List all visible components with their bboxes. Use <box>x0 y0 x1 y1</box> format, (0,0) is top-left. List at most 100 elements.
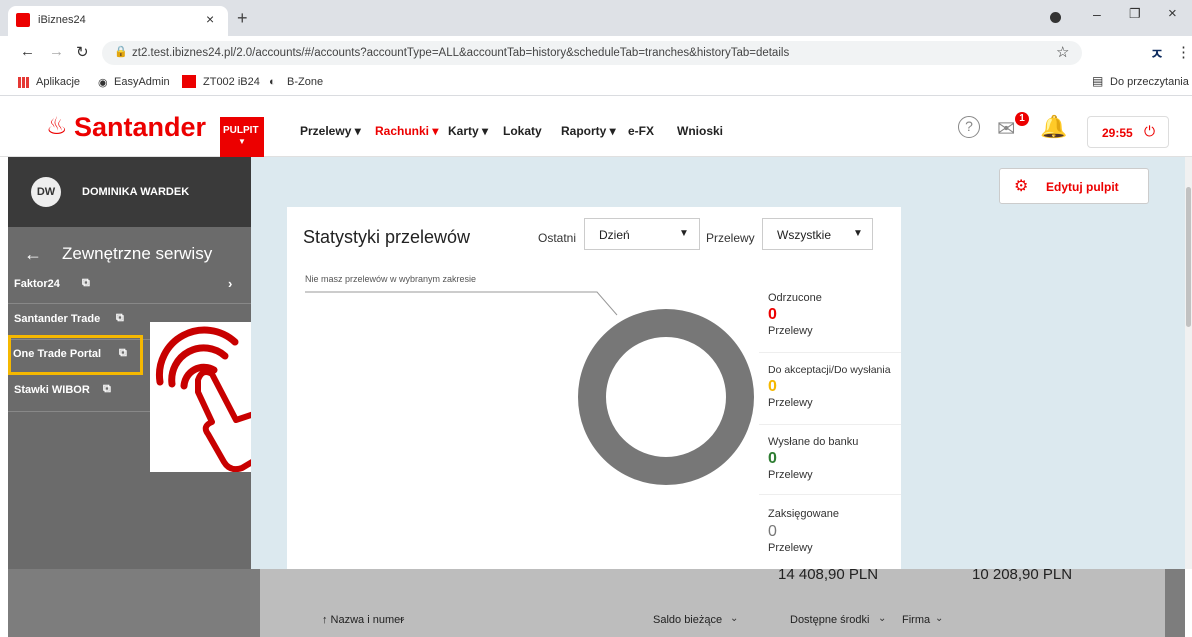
sidebar-item-label: Stawki WIBOR <box>14 384 90 396</box>
stat-rejected: Odrzucone 0 Przelewy <box>759 283 901 353</box>
stat-unit: Przelewy <box>768 469 813 481</box>
menu-icon[interactable]: ⋮ <box>1176 43 1191 61</box>
external-link-icon: ⧉ <box>82 277 90 289</box>
nav-efx[interactable]: e-FX <box>628 124 654 138</box>
sidebar-item-label: Faktor24 <box>14 278 60 290</box>
chevron-right-icon: › <box>228 276 233 291</box>
gear-icon: ⚙ <box>1014 178 1029 195</box>
donut-chart <box>305 291 754 485</box>
forward-icon[interactable]: → <box>49 43 64 60</box>
stat-label: Wysłane do banku <box>768 436 859 448</box>
stat-label: Do akceptacji/Do wysłania <box>768 364 891 376</box>
bookmark-easyadmin[interactable]: EasyAdmin <box>114 76 170 88</box>
pulpit-label: PULPIT <box>223 125 259 136</box>
stat-unit: Przelewy <box>768 542 813 554</box>
avatar[interactable]: DW <box>31 177 61 207</box>
stat-pending: Do akceptacji/Do wysłania 0 Przelewy <box>759 353 901 425</box>
type-select[interactable]: Wszystkie ▼ <box>762 218 873 250</box>
sidebar-item-one-trade-portal[interactable]: One Trade Portal ⧉ <box>8 335 143 375</box>
power-icon: ⏻ <box>1144 123 1156 139</box>
external-link-icon: ⧉ <box>103 383 111 395</box>
new-tab-icon[interactable]: + <box>237 8 248 29</box>
period-value: Dzień <box>599 228 630 242</box>
scrollbar[interactable] <box>1185 157 1192 569</box>
callout-line <box>305 291 618 316</box>
url-text: zt2.test.ibiznes24.pl/2.0/accounts/#/acc… <box>132 47 790 59</box>
chevron-down-icon: ▼ <box>853 228 863 239</box>
type-label: Przelewy <box>706 231 755 245</box>
user-name: DOMINIKA WARDEK <box>82 186 190 198</box>
nav-wnioski[interactable]: Wnioski <box>677 124 723 138</box>
profile-icon[interactable] <box>1050 12 1061 23</box>
period-select[interactable]: Dzień ▼ <box>584 218 700 250</box>
omnibox[interactable]: 🔒 zt2.test.ibiznes24.pl/2.0/accounts/#/a… <box>102 41 1082 65</box>
sidebar-section-title: Zewnętrzne serwisy <box>62 244 213 263</box>
stat-value: 0 <box>768 306 777 323</box>
bell-icon[interactable]: 🔔 <box>1040 114 1067 140</box>
chevron-down-icon: ⌄ <box>730 613 739 624</box>
pulpit-button[interactable]: PULPIT ▼ <box>220 117 264 157</box>
santander-logo[interactable]: Santander <box>74 112 206 143</box>
stat-value: 0 <box>768 378 777 395</box>
extension-icon[interactable]: ㅈ <box>1150 43 1164 64</box>
sidebar-item-label: One Trade Portal <box>13 348 102 360</box>
bookmark-bzone[interactable]: B-Zone <box>287 76 323 88</box>
bzone-icon: ◐ <box>269 76 276 88</box>
santander-flame-icon: ♨ <box>46 113 68 140</box>
card-title: Statystyki przelewów <box>303 227 471 247</box>
close-tab-icon[interactable]: × <box>206 11 214 27</box>
balance-2: 10 208,90 PLN <box>972 566 1073 583</box>
balance-1: 14 408,90 PLN <box>778 566 879 583</box>
chevron-down-icon: ⌄ <box>935 613 944 624</box>
col-company-header[interactable]: Firma <box>902 614 930 626</box>
back-arrow-icon[interactable]: ← <box>24 244 42 265</box>
chevron-down-icon: ⌄ <box>398 613 407 624</box>
external-link-icon: ⧉ <box>116 312 124 324</box>
bookmark-apps[interactable]: Aplikacje <box>36 76 80 88</box>
minimize-icon[interactable]: – <box>1093 6 1101 22</box>
back-icon[interactable]: ← <box>20 43 35 60</box>
scrollbar-thumb[interactable] <box>1186 187 1191 327</box>
bookmarks-bar <box>0 68 1192 96</box>
nav-raporty[interactable]: Raporty ▾ <box>561 124 616 138</box>
globe-icon: ◉ <box>98 77 108 89</box>
apps-icon[interactable] <box>18 77 29 88</box>
restore-icon[interactable]: ❐ <box>1129 6 1141 22</box>
nav-lokaty[interactable]: Lokaty <box>503 124 542 138</box>
donut-ring <box>578 309 754 485</box>
stat-value: 0 <box>768 523 777 540</box>
stat-booked: Zaksięgowane 0 Przelewy <box>759 495 901 569</box>
pulpit-chevron-icon: ▼ <box>238 137 246 146</box>
close-window-icon[interactable]: × <box>1168 5 1177 22</box>
reading-list[interactable]: Do przeczytania <box>1110 76 1189 88</box>
chevron-down-icon: ▼ <box>679 228 689 239</box>
lock-icon: 🔒 <box>114 46 128 58</box>
edit-dashboard-label: Edytuj pulpit <box>1046 180 1119 194</box>
reload-icon[interactable]: ↻ <box>76 43 89 61</box>
nav-rachunki[interactable]: Rachunki ▾ <box>375 124 438 138</box>
edit-dashboard-button[interactable]: ⚙ Edytuj pulpit <box>999 168 1149 204</box>
tab-title: iBiznes24 <box>38 14 86 26</box>
bookmark-star-icon[interactable]: ☆ <box>1056 43 1069 61</box>
mail-icon[interactable]: ✉ <box>997 116 1015 142</box>
col-name-header[interactable]: ↑ Nazwa i numer <box>322 614 404 626</box>
browser-tab[interactable]: iBiznes24 × <box>8 6 228 36</box>
type-value: Wszystkie <box>777 228 831 242</box>
transfer-stats-card: Statystyki przelewów Ostatni Dzień ▼ Prz… <box>287 207 901 569</box>
timer-text: 29:55 <box>1102 126 1133 140</box>
stat-label: Zaksięgowane <box>768 508 839 520</box>
stat-value: 0 <box>768 450 777 467</box>
bookmark-zt002[interactable]: ZT002 iB24 <box>203 76 260 88</box>
mail-badge: 1 <box>1015 112 1029 126</box>
stat-unit: Przelewy <box>768 325 813 337</box>
nav-karty[interactable]: Karty ▾ <box>448 124 488 138</box>
col-balance-header[interactable]: Saldo bieżące <box>653 614 722 626</box>
santander-favicon-icon <box>16 13 30 27</box>
session-timer-button[interactable]: 29:55 ⏻ <box>1087 116 1169 148</box>
help-icon[interactable]: ? <box>958 116 980 138</box>
nav-przelewy[interactable]: Przelewy ▾ <box>300 124 361 138</box>
external-link-icon: ⧉ <box>119 347 127 359</box>
col-available-header[interactable]: Dostępne środki <box>790 614 870 626</box>
sidebar-item-faktor24[interactable]: Faktor24 ⧉ › <box>8 264 251 304</box>
chevron-down-icon: ⌄ <box>878 613 887 624</box>
